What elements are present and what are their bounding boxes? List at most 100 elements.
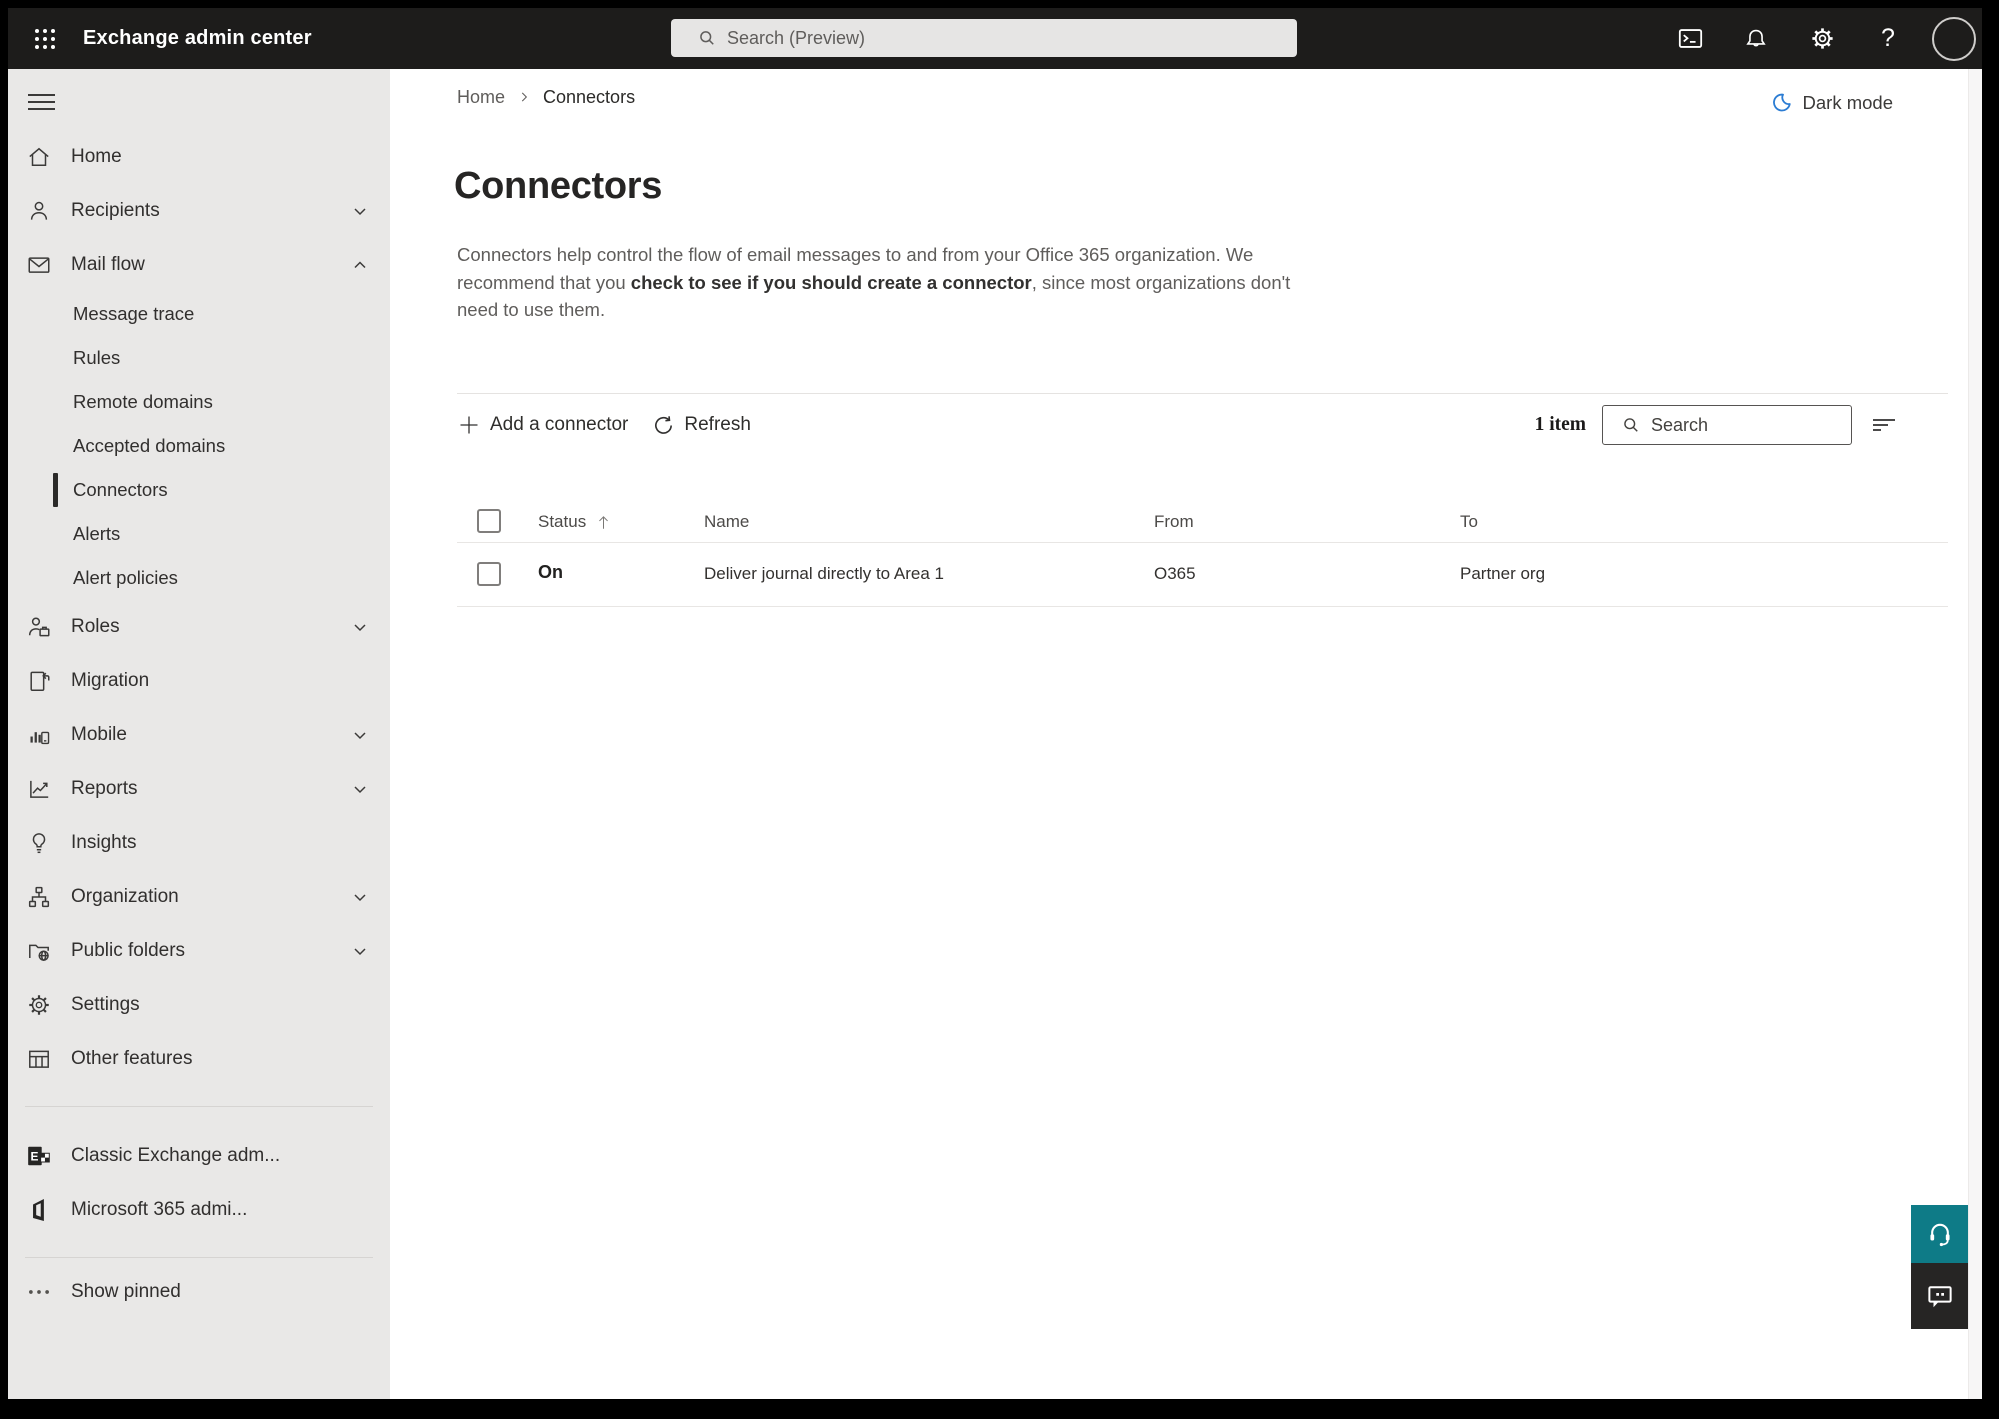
- microsoft365-logo-icon: [33, 1198, 44, 1222]
- chevron-down-icon: [354, 624, 366, 632]
- sidebar-item-classic-exchange-admin[interactable]: E Classic Exchange adm...: [8, 1129, 390, 1183]
- sidebar-item-alerts[interactable]: Alerts: [8, 512, 390, 556]
- org-chart-icon: [26, 884, 52, 910]
- settings-button[interactable]: [1800, 17, 1844, 61]
- headset-icon: [1929, 1223, 1950, 1247]
- top-bar-icons: ?: [1646, 8, 1976, 69]
- sidebar-item-label: Roles: [71, 616, 120, 637]
- column-header-to[interactable]: To: [1460, 512, 1478, 532]
- breadcrumb-home-link[interactable]: Home: [457, 87, 505, 108]
- account-button[interactable]: [1932, 16, 1976, 61]
- svg-text:E: E: [31, 1150, 39, 1164]
- help-button[interactable]: ?: [1866, 17, 1910, 61]
- support-button[interactable]: [1911, 1205, 1968, 1263]
- refresh-icon: [655, 415, 673, 434]
- column-header-from[interactable]: From: [1154, 512, 1194, 532]
- folder-globe-icon: [26, 938, 52, 964]
- sidebar-item-label: Microsoft 365 admi...: [71, 1199, 248, 1220]
- toolbar-right: 1 item: [1535, 405, 1948, 445]
- mobile-icon: [26, 722, 52, 748]
- migration-icon: [26, 668, 52, 694]
- sidebar-item-roles[interactable]: Roles: [8, 600, 390, 654]
- create-connector-link[interactable]: check to see if you should create a conn…: [631, 272, 1032, 293]
- sidebar-item-home[interactable]: Home: [8, 130, 390, 184]
- table-header-row: Status Name From To: [457, 505, 1948, 543]
- nav-collapse-button[interactable]: [28, 87, 68, 117]
- sidebar-item-label: Other features: [71, 1048, 193, 1069]
- row-from: O365: [1154, 564, 1196, 583]
- sidebar-item-public-folders[interactable]: Public folders: [8, 924, 390, 978]
- chevron-down-icon: [354, 208, 366, 216]
- select-all-checkbox[interactable]: [477, 509, 501, 533]
- feedback-bubble-icon: [1927, 1286, 1952, 1308]
- toolbar-divider: [457, 393, 1948, 394]
- chevron-down-icon: [354, 732, 366, 740]
- sidebar-item-insights[interactable]: Insights: [8, 816, 390, 870]
- sidebar-item-rules[interactable]: Rules: [8, 336, 390, 380]
- table-row[interactable]: On Deliver journal directly to Area 1 O3…: [457, 543, 1948, 607]
- roles-icon: [26, 614, 52, 640]
- ellipsis-icon: [29, 1289, 49, 1294]
- lightbulb-icon: [26, 830, 52, 856]
- table-icon: [26, 1046, 52, 1072]
- sidebar-item-label: Insights: [71, 832, 137, 853]
- global-search-input[interactable]: [727, 27, 1285, 49]
- search-icon: [700, 31, 714, 45]
- column-header-status[interactable]: Status: [538, 512, 611, 532]
- sidebar-item-label: Mail flow: [71, 254, 145, 275]
- row-status: On: [538, 562, 563, 582]
- row-name[interactable]: Deliver journal directly to Area 1: [704, 564, 944, 584]
- sidebar-item-label: Classic Exchange adm...: [71, 1145, 281, 1166]
- sidebar-item-mail-flow[interactable]: Mail flow: [8, 238, 390, 292]
- chevron-down-icon: [354, 948, 366, 956]
- connectors-table: Status Name From To On Deliver journal d…: [457, 505, 1948, 607]
- sidebar-item-recipients[interactable]: Recipients: [8, 184, 390, 238]
- waffle-icon: [35, 29, 39, 33]
- sort-ascending-icon: [596, 514, 611, 531]
- filter-icon: [1873, 419, 1895, 431]
- sidebar-item-reports[interactable]: Reports: [8, 762, 390, 816]
- dark-mode-label: Dark mode: [1802, 91, 1893, 113]
- sidebar-item-microsoft-365-admin[interactable]: Microsoft 365 admi...: [8, 1183, 390, 1237]
- powershell-button[interactable]: [1668, 17, 1712, 61]
- scrollbar-track[interactable]: [1968, 69, 1982, 1399]
- global-search-box[interactable]: [671, 19, 1297, 57]
- nav-list: Home Recipients Mail flow Message trace …: [8, 130, 390, 1316]
- chevron-up-icon: [354, 261, 366, 269]
- row-checkbox[interactable]: [477, 562, 501, 586]
- toolbar: Add a connector Refresh 1 item: [457, 405, 1948, 445]
- feedback-button[interactable]: [1911, 1263, 1968, 1329]
- list-search-box[interactable]: [1602, 405, 1852, 445]
- sidebar-item-alert-policies[interactable]: Alert policies: [8, 556, 390, 600]
- sidebar-item-label: Organization: [71, 886, 179, 907]
- sidebar-item-migration[interactable]: Migration: [8, 654, 390, 708]
- gear-icon: [26, 992, 52, 1018]
- sidebar-item-remote-domains[interactable]: Remote domains: [8, 380, 390, 424]
- add-connector-button[interactable]: Add a connector: [457, 413, 628, 437]
- app-window: Exchange admin center ?: [8, 8, 1982, 1399]
- item-count: 1 item: [1534, 414, 1586, 435]
- sidebar-item-label: Recipients: [71, 200, 160, 221]
- app-launcher-button[interactable]: [24, 18, 66, 60]
- sidebar-item-label: Home: [71, 146, 122, 167]
- avatar: [1932, 16, 1976, 61]
- question-mark-icon: ?: [1881, 24, 1895, 52]
- filter-button[interactable]: [1870, 413, 1898, 437]
- sidebar-item-mobile[interactable]: Mobile: [8, 708, 390, 762]
- sidebar-item-message-trace[interactable]: Message trace: [8, 292, 390, 336]
- sidebar-item-connectors[interactable]: Connectors: [8, 468, 390, 512]
- gear-icon: [1811, 28, 1833, 49]
- sidebar-item-settings[interactable]: Settings: [8, 978, 390, 1032]
- moon-icon: [1772, 93, 1791, 112]
- column-header-name[interactable]: Name: [704, 512, 749, 532]
- bell-icon: [1746, 29, 1766, 46]
- notifications-button[interactable]: [1734, 17, 1778, 61]
- refresh-button[interactable]: Refresh: [652, 414, 751, 437]
- row-to: Partner org: [1460, 564, 1546, 583]
- show-pinned-button[interactable]: Show pinned: [8, 1258, 390, 1316]
- list-search-input[interactable]: [1651, 414, 1841, 436]
- sidebar-item-other-features[interactable]: Other features: [8, 1032, 390, 1086]
- sidebar-item-organization[interactable]: Organization: [8, 870, 390, 924]
- dark-mode-toggle[interactable]: Dark mode: [1770, 91, 1893, 114]
- sidebar-item-accepted-domains[interactable]: Accepted domains: [8, 424, 390, 468]
